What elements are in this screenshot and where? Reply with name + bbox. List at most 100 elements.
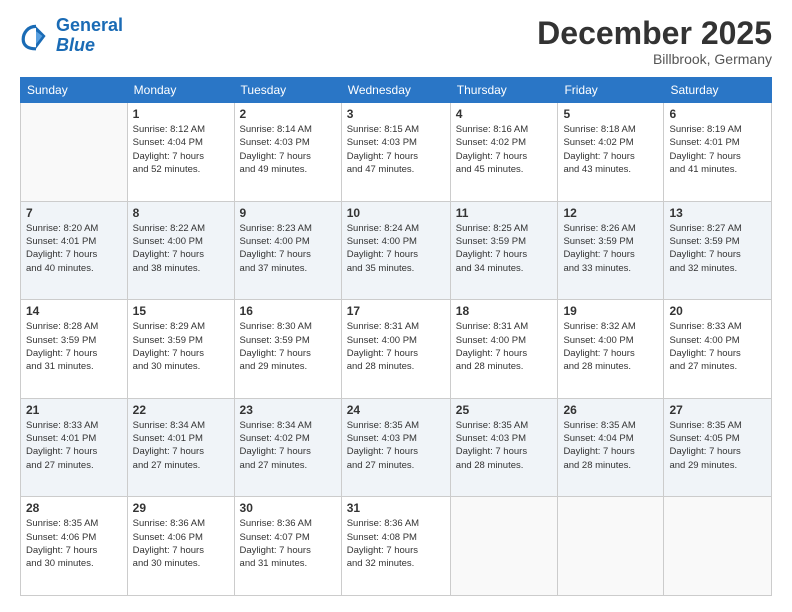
header-monday: Monday bbox=[127, 78, 234, 103]
day-number: 12 bbox=[563, 206, 658, 220]
calendar-cell bbox=[21, 103, 128, 202]
day-number: 29 bbox=[133, 501, 229, 515]
calendar-cell: 2 Sunrise: 8:14 AM Sunset: 4:03 PM Daylig… bbox=[234, 103, 341, 202]
day-number: 3 bbox=[347, 107, 445, 121]
day-number: 15 bbox=[133, 304, 229, 318]
calendar-cell: 29Sunrise: 8:36 AM Sunset: 4:06 PM Dayli… bbox=[127, 497, 234, 596]
day-number: 10 bbox=[347, 206, 445, 220]
day-info: Sunrise: 8:28 AM Sunset: 3:59 PM Dayligh… bbox=[26, 320, 122, 373]
calendar-cell: 11Sunrise: 8:25 AM Sunset: 3:59 PM Dayli… bbox=[450, 201, 558, 300]
calendar-cell: 5 Sunrise: 8:18 AM Sunset: 4:02 PM Daylig… bbox=[558, 103, 664, 202]
day-number: 19 bbox=[563, 304, 658, 318]
header-tuesday: Tuesday bbox=[234, 78, 341, 103]
header-row: Sunday Monday Tuesday Wednesday Thursday… bbox=[21, 78, 772, 103]
logo-line2: Blue bbox=[56, 35, 95, 55]
day-info: Sunrise: 8:18 AM Sunset: 4:02 PM Dayligh… bbox=[563, 123, 658, 176]
calendar-cell: 8 Sunrise: 8:22 AM Sunset: 4:00 PM Daylig… bbox=[127, 201, 234, 300]
calendar-cell: 21Sunrise: 8:33 AM Sunset: 4:01 PM Dayli… bbox=[21, 398, 128, 497]
day-info: Sunrise: 8:12 AM Sunset: 4:04 PM Dayligh… bbox=[133, 123, 229, 176]
calendar-cell: 13Sunrise: 8:27 AM Sunset: 3:59 PM Dayli… bbox=[664, 201, 772, 300]
day-info: Sunrise: 8:36 AM Sunset: 4:08 PM Dayligh… bbox=[347, 517, 445, 570]
day-info: Sunrise: 8:31 AM Sunset: 4:00 PM Dayligh… bbox=[347, 320, 445, 373]
calendar-cell: 1 Sunrise: 8:12 AM Sunset: 4:04 PM Daylig… bbox=[127, 103, 234, 202]
day-number: 24 bbox=[347, 403, 445, 417]
header-wednesday: Wednesday bbox=[341, 78, 450, 103]
day-info: Sunrise: 8:15 AM Sunset: 4:03 PM Dayligh… bbox=[347, 123, 445, 176]
calendar-cell: 7 Sunrise: 8:20 AM Sunset: 4:01 PM Daylig… bbox=[21, 201, 128, 300]
day-number: 2 bbox=[240, 107, 336, 121]
day-info: Sunrise: 8:24 AM Sunset: 4:00 PM Dayligh… bbox=[347, 222, 445, 275]
day-info: Sunrise: 8:16 AM Sunset: 4:02 PM Dayligh… bbox=[456, 123, 553, 176]
day-info: Sunrise: 8:29 AM Sunset: 3:59 PM Dayligh… bbox=[133, 320, 229, 373]
calendar-cell: 26Sunrise: 8:35 AM Sunset: 4:04 PM Dayli… bbox=[558, 398, 664, 497]
day-number: 6 bbox=[669, 107, 766, 121]
day-number: 27 bbox=[669, 403, 766, 417]
day-number: 25 bbox=[456, 403, 553, 417]
calendar-cell bbox=[450, 497, 558, 596]
calendar-cell: 19 Sunrise: 8:32 AM Sunset: 4:00 PM Dayli… bbox=[558, 300, 664, 399]
logo-line1: General bbox=[56, 15, 123, 35]
day-info: Sunrise: 8:35 AM Sunset: 4:05 PM Dayligh… bbox=[669, 419, 766, 472]
day-info: Sunrise: 8:34 AM Sunset: 4:02 PM Dayligh… bbox=[240, 419, 336, 472]
calendar-cell: 23 Sunrise: 8:34 AM Sunset: 4:02 PM Dayli… bbox=[234, 398, 341, 497]
month-title: December 2025 bbox=[537, 16, 772, 51]
day-info: Sunrise: 8:36 AM Sunset: 4:07 PM Dayligh… bbox=[240, 517, 336, 570]
calendar-table: Sunday Monday Tuesday Wednesday Thursday… bbox=[20, 77, 772, 596]
week-row-5: 28 Sunrise: 8:35 AM Sunset: 4:06 PM Dayli… bbox=[21, 497, 772, 596]
day-info: Sunrise: 8:35 AM Sunset: 4:06 PM Dayligh… bbox=[26, 517, 122, 570]
day-number: 28 bbox=[26, 501, 122, 515]
calendar-cell bbox=[664, 497, 772, 596]
day-info: Sunrise: 8:22 AM Sunset: 4:00 PM Dayligh… bbox=[133, 222, 229, 275]
day-number: 4 bbox=[456, 107, 553, 121]
day-info: Sunrise: 8:35 AM Sunset: 4:04 PM Dayligh… bbox=[563, 419, 658, 472]
day-info: Sunrise: 8:32 AM Sunset: 4:00 PM Dayligh… bbox=[563, 320, 658, 373]
day-number: 8 bbox=[133, 206, 229, 220]
day-info: Sunrise: 8:30 AM Sunset: 3:59 PM Dayligh… bbox=[240, 320, 336, 373]
day-info: Sunrise: 8:19 AM Sunset: 4:01 PM Dayligh… bbox=[669, 123, 766, 176]
day-info: Sunrise: 8:34 AM Sunset: 4:01 PM Dayligh… bbox=[133, 419, 229, 472]
week-row-1: 1 Sunrise: 8:12 AM Sunset: 4:04 PM Daylig… bbox=[21, 103, 772, 202]
day-number: 20 bbox=[669, 304, 766, 318]
logo-icon bbox=[20, 20, 52, 52]
header-sunday: Sunday bbox=[21, 78, 128, 103]
calendar-cell: 28 Sunrise: 8:35 AM Sunset: 4:06 PM Dayli… bbox=[21, 497, 128, 596]
header: General Blue December 2025 Billbrook, Ge… bbox=[20, 16, 772, 67]
day-number: 14 bbox=[26, 304, 122, 318]
day-number: 11 bbox=[456, 206, 553, 220]
calendar-cell bbox=[558, 497, 664, 596]
day-number: 18 bbox=[456, 304, 553, 318]
calendar-cell: 6 Sunrise: 8:19 AM Sunset: 4:01 PM Daylig… bbox=[664, 103, 772, 202]
day-info: Sunrise: 8:20 AM Sunset: 4:01 PM Dayligh… bbox=[26, 222, 122, 275]
calendar-cell: 25Sunrise: 8:35 AM Sunset: 4:03 PM Dayli… bbox=[450, 398, 558, 497]
day-info: Sunrise: 8:26 AM Sunset: 3:59 PM Dayligh… bbox=[563, 222, 658, 275]
day-number: 31 bbox=[347, 501, 445, 515]
logo: General Blue bbox=[20, 16, 123, 56]
day-number: 23 bbox=[240, 403, 336, 417]
calendar-cell: 4 Sunrise: 8:16 AM Sunset: 4:02 PM Daylig… bbox=[450, 103, 558, 202]
calendar-cell: 10 Sunrise: 8:24 AM Sunset: 4:00 PM Dayli… bbox=[341, 201, 450, 300]
calendar-cell: 24 Sunrise: 8:35 AM Sunset: 4:03 PM Dayli… bbox=[341, 398, 450, 497]
calendar-cell: 20 Sunrise: 8:33 AM Sunset: 4:00 PM Dayli… bbox=[664, 300, 772, 399]
day-number: 21 bbox=[26, 403, 122, 417]
calendar-cell: 3 Sunrise: 8:15 AM Sunset: 4:03 PM Daylig… bbox=[341, 103, 450, 202]
day-number: 7 bbox=[26, 206, 122, 220]
day-info: Sunrise: 8:35 AM Sunset: 4:03 PM Dayligh… bbox=[347, 419, 445, 472]
calendar-cell: 15 Sunrise: 8:29 AM Sunset: 3:59 PM Dayli… bbox=[127, 300, 234, 399]
day-info: Sunrise: 8:14 AM Sunset: 4:03 PM Dayligh… bbox=[240, 123, 336, 176]
week-row-2: 7 Sunrise: 8:20 AM Sunset: 4:01 PM Daylig… bbox=[21, 201, 772, 300]
title-section: December 2025 Billbrook, Germany bbox=[537, 16, 772, 67]
calendar-cell: 14 Sunrise: 8:28 AM Sunset: 3:59 PM Dayli… bbox=[21, 300, 128, 399]
day-number: 17 bbox=[347, 304, 445, 318]
day-number: 30 bbox=[240, 501, 336, 515]
calendar-cell: 12 Sunrise: 8:26 AM Sunset: 3:59 PM Dayli… bbox=[558, 201, 664, 300]
day-number: 9 bbox=[240, 206, 336, 220]
page: General Blue December 2025 Billbrook, Ge… bbox=[0, 0, 792, 612]
day-number: 5 bbox=[563, 107, 658, 121]
week-row-3: 14 Sunrise: 8:28 AM Sunset: 3:59 PM Dayli… bbox=[21, 300, 772, 399]
calendar-cell: 9Sunrise: 8:23 AM Sunset: 4:00 PM Daylig… bbox=[234, 201, 341, 300]
day-number: 1 bbox=[133, 107, 229, 121]
calendar-cell: 22Sunrise: 8:34 AM Sunset: 4:01 PM Dayli… bbox=[127, 398, 234, 497]
calendar-cell: 17 Sunrise: 8:31 AM Sunset: 4:00 PM Dayli… bbox=[341, 300, 450, 399]
day-info: Sunrise: 8:33 AM Sunset: 4:00 PM Dayligh… bbox=[669, 320, 766, 373]
logo-text: General Blue bbox=[56, 16, 123, 56]
